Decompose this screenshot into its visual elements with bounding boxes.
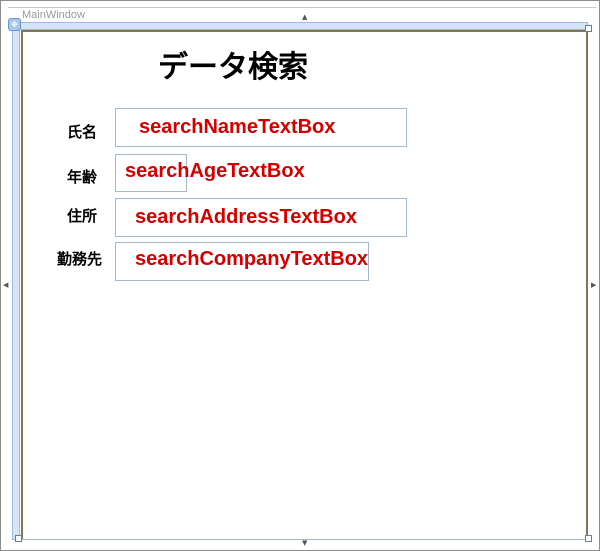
resize-handle-bottom-right[interactable] [585,535,592,542]
window-title: MainWindow [22,9,85,21]
resize-arrow-top-icon[interactable]: ▲ [302,13,307,21]
search-name-annotation: searchNameTextBox [139,116,336,138]
name-label: 氏名 [67,123,98,141]
search-age-annotation: searchAgeTextBox [125,160,305,182]
page-title: データ検索 [158,50,308,85]
company-label: 勤務先 [57,250,103,268]
horizontal-ruler-bar[interactable] [18,22,588,30]
resize-handle-bottom-left[interactable] [15,535,22,542]
search-company-annotation: searchCompanyTextBox [135,248,369,270]
move-handle-icon[interactable]: ✥ [8,18,21,31]
designer-top-band [8,7,596,8]
vertical-ruler-bar[interactable] [12,22,20,540]
resize-handle-top-right[interactable] [585,25,592,32]
age-label: 年齢 [67,168,98,186]
resize-arrow-left-icon[interactable]: ◀ [3,281,8,289]
window-content [21,30,588,540]
resize-arrow-bottom-icon[interactable]: ▼ [302,539,307,547]
search-address-annotation: searchAddressTextBox [135,206,357,228]
resize-arrow-right-icon[interactable]: ▶ [591,281,596,289]
address-label: 住所 [67,207,98,225]
